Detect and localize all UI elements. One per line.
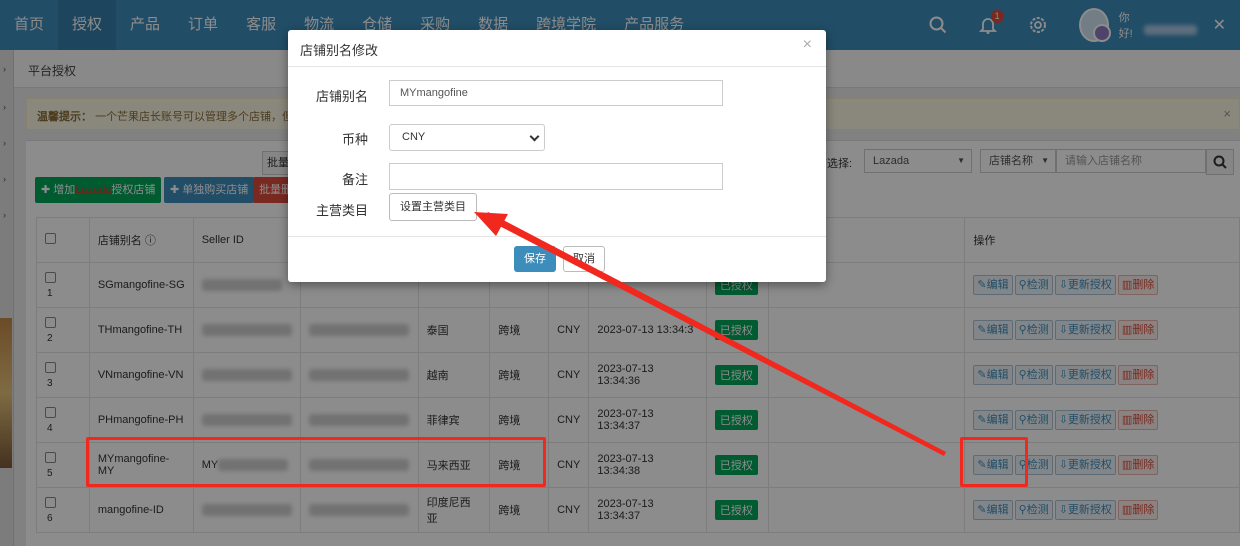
highlight-row-box: [86, 437, 546, 487]
close-icon[interactable]: ×: [803, 36, 812, 54]
divider: [288, 66, 826, 67]
remark-label: 备注: [341, 172, 368, 187]
remark-textarea[interactable]: [389, 163, 723, 190]
divider: [288, 236, 826, 237]
save-button[interactable]: 保存: [514, 246, 556, 272]
modal-title: 店铺别名修改: [300, 43, 379, 58]
currency-select[interactable]: CNY: [389, 124, 545, 151]
alias-input[interactable]: MYmangofine: [389, 80, 723, 106]
chevron-down-icon: [529, 131, 540, 142]
alias-label: 店铺别名: [315, 89, 368, 104]
cancel-button[interactable]: 取消: [563, 246, 605, 272]
currency-select-value: CNY: [402, 131, 426, 143]
set-category-button[interactable]: 设置主营类目: [389, 193, 477, 221]
currency-label: 币种: [341, 132, 368, 147]
category-label: 主营类目: [315, 203, 368, 218]
edit-alias-modal: 店铺别名修改 × 店铺别名 MYmangofine 币种 CNY 备注 主营类目…: [288, 30, 826, 282]
highlight-edit-box: [960, 437, 1028, 487]
